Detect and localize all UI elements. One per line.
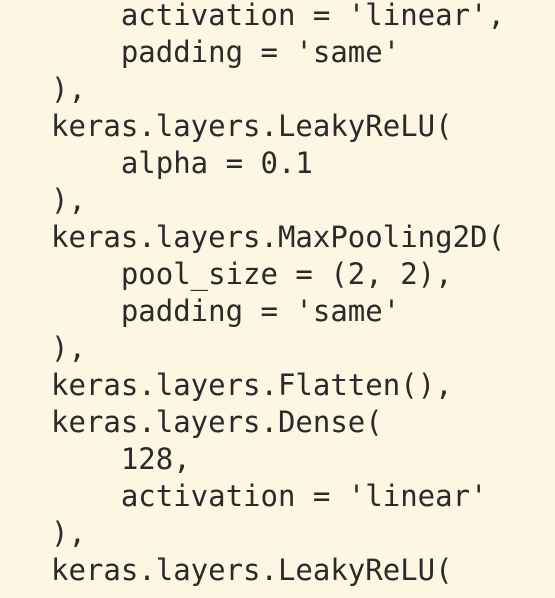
code-line: keras.layers.Flatten(), (51, 368, 453, 402)
code-line: ), (51, 183, 86, 217)
code-line: ), (51, 516, 86, 550)
code-line: keras.layers.LeakyReLU( (51, 553, 453, 587)
code-line: activation = 'linear', (51, 0, 505, 32)
code-line: 128, (51, 442, 191, 476)
code-line: padding = 'same' (51, 35, 401, 69)
code-line: pool_size = (2, 2), (51, 257, 453, 291)
code-line: padding = 'same' (51, 294, 401, 328)
code-line: ), (51, 72, 86, 106)
code-line: keras.layers.LeakyReLU( (51, 109, 453, 143)
code-line: ), (51, 331, 86, 365)
code-line: alpha = 0.1 (51, 146, 313, 180)
code-line: keras.layers.MaxPooling2D( (51, 220, 505, 254)
code-editor: activation = 'linear', padding = 'same' … (0, 0, 555, 598)
code-line: activation = 'linear' (51, 479, 488, 513)
code-block: activation = 'linear', padding = 'same' … (51, 0, 505, 589)
code-line: keras.layers.Dense( (51, 405, 383, 439)
